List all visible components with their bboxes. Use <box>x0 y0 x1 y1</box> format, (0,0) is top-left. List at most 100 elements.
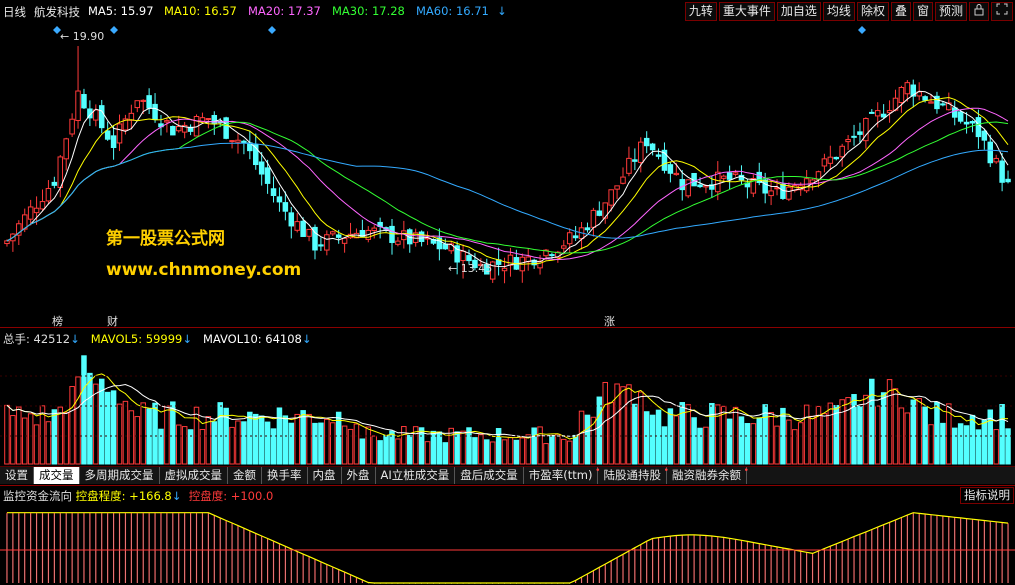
candle <box>549 252 555 260</box>
candle-body <box>869 111 875 114</box>
watermark-title: 第一股票公式网 <box>106 229 225 249</box>
major-events-button[interactable]: 重大事件 <box>718 2 775 21</box>
tab-11[interactable]: 陆股通持股 • <box>598 467 669 484</box>
toolbar: 九转 重大事件 加自选 均线 除权 叠 窗 预测 <box>684 2 1013 21</box>
volume-bar <box>93 383 99 465</box>
ma20-value: MA20: 17.37 <box>248 4 321 18</box>
candle <box>655 148 662 160</box>
tab-0[interactable]: 设置 <box>0 467 34 484</box>
volume-bar <box>454 431 460 465</box>
candle-body <box>845 139 851 143</box>
tab-10[interactable]: 市盈率(ttm) • <box>524 467 600 484</box>
tab-6[interactable]: 内盘 <box>308 467 342 484</box>
candlestick-chart[interactable] <box>0 22 1015 327</box>
candle-body <box>57 156 64 188</box>
volume-bar <box>466 427 472 465</box>
stock-name: 航发科技 <box>34 5 80 19</box>
candle-body <box>649 143 656 151</box>
candle-body <box>566 232 573 245</box>
candle <box>596 201 603 217</box>
candle-body <box>235 139 241 143</box>
ma60-value: MA60: 16.71 <box>416 4 489 18</box>
candle-body <box>276 196 283 203</box>
volume-bar <box>258 415 265 465</box>
candle-body <box>957 111 964 122</box>
tab-5[interactable]: 换手率 <box>262 467 308 484</box>
tab-4[interactable]: 金额 <box>228 467 262 484</box>
candle <box>389 218 395 255</box>
tab-3[interactable]: 虚拟成交量 <box>160 467 228 484</box>
candle-body <box>335 234 342 238</box>
volume-bar <box>247 411 253 465</box>
candle-body <box>270 188 277 197</box>
candle-body <box>241 140 247 144</box>
candle-body <box>110 135 117 148</box>
candle <box>750 174 757 198</box>
candle <box>614 185 620 200</box>
candle-body <box>229 140 235 143</box>
candle-body <box>673 172 680 176</box>
candle-body <box>164 120 170 123</box>
indicator-help-button[interactable]: 指标说明 <box>960 487 1014 504</box>
candle <box>51 176 58 189</box>
volume-bar <box>282 415 289 465</box>
window-button[interactable]: 窗 <box>912 2 933 21</box>
candle-body <box>951 107 958 118</box>
tab-7[interactable]: 外盘 <box>342 467 376 484</box>
forecast-button[interactable]: 预测 <box>934 2 967 21</box>
candle-body <box>561 245 567 249</box>
volume-bar <box>217 402 223 465</box>
volume-bar <box>697 427 703 465</box>
watermark-url: www.chnmoney.com <box>106 260 302 280</box>
volume-bar <box>892 388 899 465</box>
candle-body <box>418 231 425 242</box>
candle <box>229 140 235 149</box>
candle <box>756 162 763 186</box>
period-label[interactable]: 日线 <box>3 4 26 20</box>
indicator-name[interactable]: 监控资金流向 <box>3 489 72 503</box>
tab-8[interactable]: AI立桩成交量 <box>376 467 456 484</box>
jiuzhuan-button[interactable]: 九转 <box>684 2 717 21</box>
candle <box>270 176 277 203</box>
candle <box>181 121 188 139</box>
volume-bar <box>756 417 763 465</box>
tab-9[interactable]: 盘后成交量 <box>455 467 524 484</box>
volume-bar <box>685 404 691 465</box>
volume-bar <box>45 421 52 465</box>
candle-body <box>993 157 999 163</box>
candle <box>252 133 259 170</box>
candle-body <box>104 130 111 140</box>
volume-chart[interactable] <box>0 346 1015 466</box>
volume-bar <box>940 422 946 465</box>
candle <box>170 125 176 136</box>
candle <box>839 143 845 167</box>
ex-rights-button[interactable]: 除权 <box>856 2 889 21</box>
volume-bar <box>75 376 81 465</box>
overlay-button[interactable]: 叠 <box>890 2 911 21</box>
tab-2[interactable]: 多周期成交量 <box>80 467 160 484</box>
volume-bar <box>424 441 431 465</box>
candle-body <box>258 161 265 175</box>
tab-12[interactable]: 融资融券余额 • <box>667 467 749 484</box>
candle <box>288 206 295 239</box>
candle <box>187 124 194 136</box>
moving-average-button[interactable]: 均线 <box>822 2 855 21</box>
candle <box>341 237 348 253</box>
candle-body <box>786 186 792 200</box>
volume-bar <box>270 428 277 465</box>
fund-flow-indicator-chart[interactable] <box>0 503 1015 585</box>
volume-bar <box>489 441 496 465</box>
volume-bar <box>407 434 413 465</box>
volume-bar <box>596 396 603 465</box>
candle <box>578 221 585 250</box>
fullscreen-icon[interactable] <box>991 2 1013 21</box>
add-watchlist-button[interactable]: 加自选 <box>776 2 821 21</box>
lock-icon[interactable] <box>969 2 989 21</box>
candle-body <box>175 125 182 132</box>
candle-body <box>584 227 591 231</box>
candle <box>946 92 952 111</box>
volume-bar <box>128 410 135 465</box>
candle-body <box>466 255 472 262</box>
tab-1[interactable]: 成交量 <box>34 467 80 484</box>
volume-bar <box>786 419 792 465</box>
